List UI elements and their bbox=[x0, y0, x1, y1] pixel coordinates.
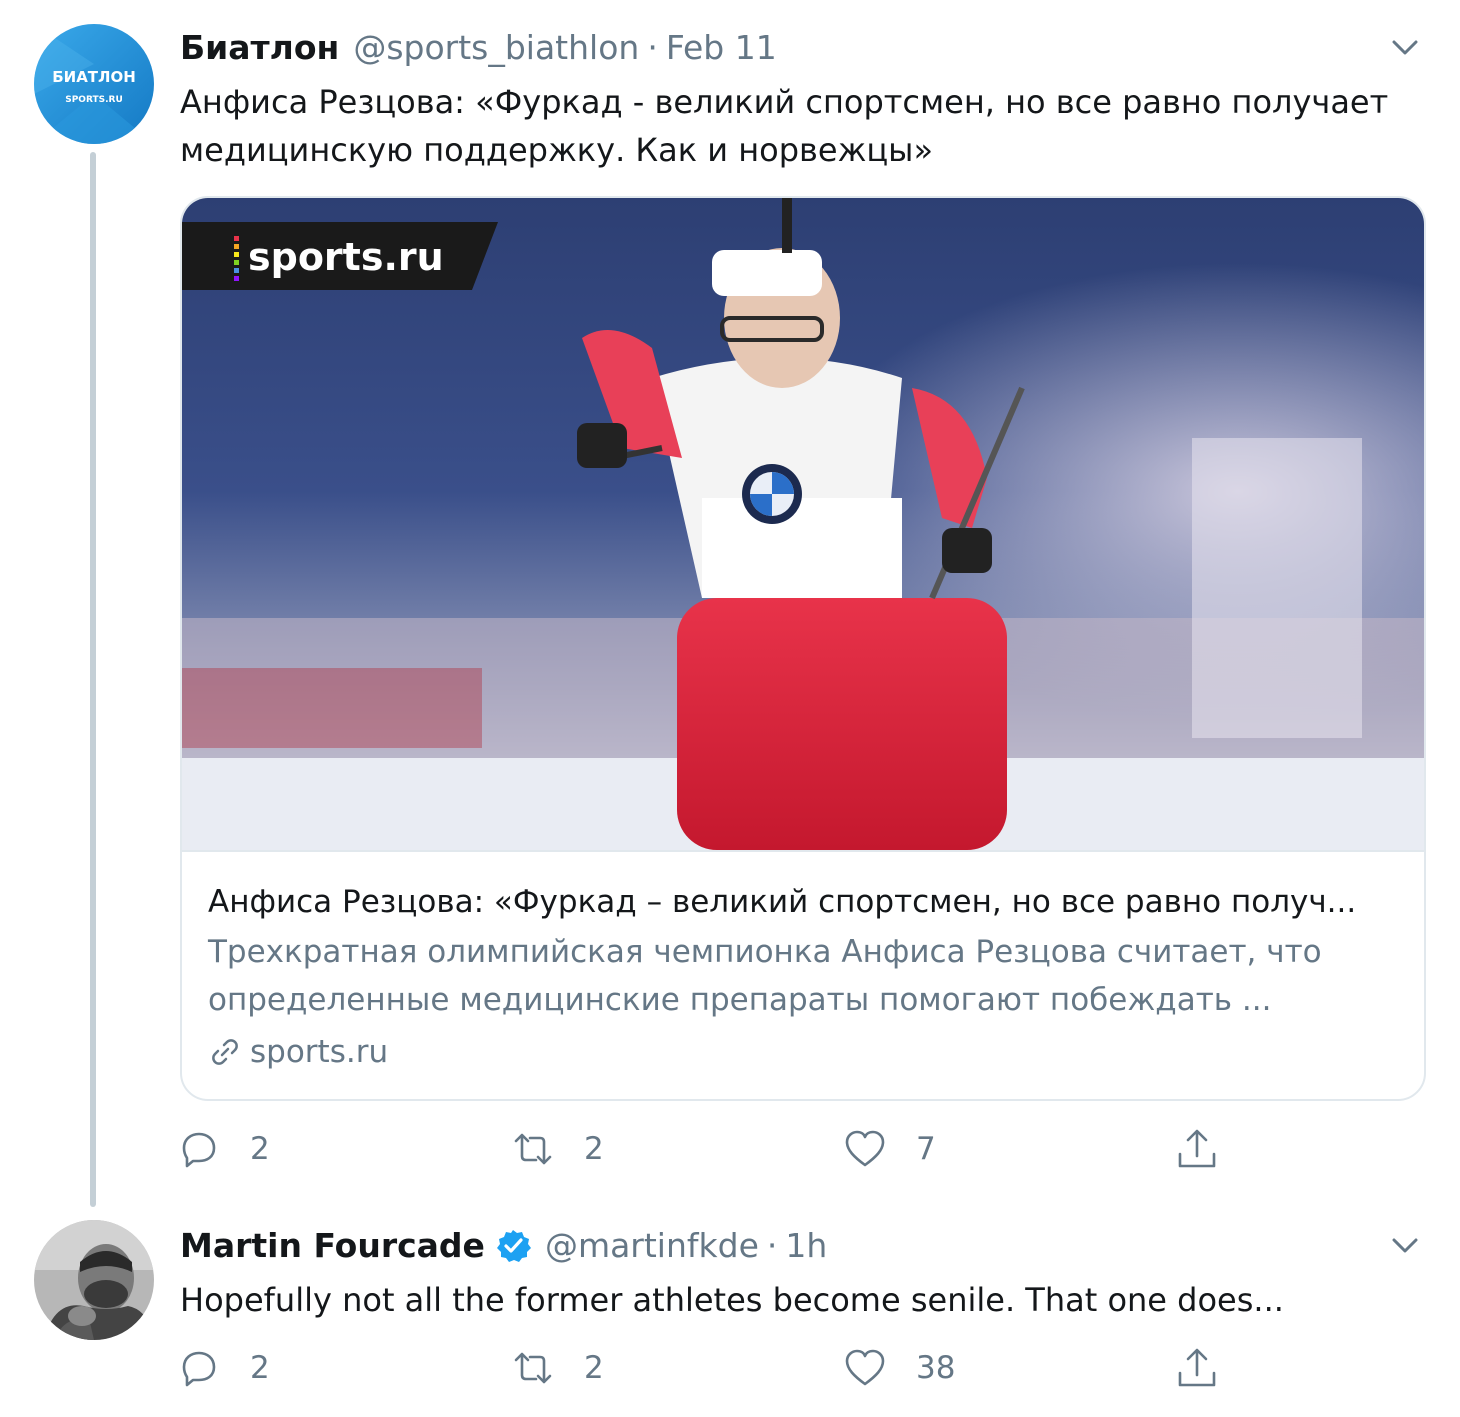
card-domain[interactable]: sports.ru bbox=[208, 1028, 1398, 1076]
retweet-button[interactable]: 2 bbox=[510, 1124, 604, 1174]
heart-icon bbox=[845, 1130, 885, 1167]
tweet-text: Анфиса Резцова: «Фуркад - великий спортс… bbox=[180, 83, 1389, 169]
reply-icon bbox=[182, 1351, 216, 1387]
thread-connector-line bbox=[90, 152, 96, 1207]
share-icon bbox=[1178, 1348, 1216, 1387]
tweet-header: Martin Fourcade @martinfkde · 1h bbox=[180, 1226, 827, 1266]
heart-icon bbox=[845, 1349, 885, 1386]
reply-button[interactable]: 2 bbox=[176, 1124, 270, 1174]
tweet-biathlon[interactable]: БИАТЛОН SPORTS.RU Биатлон @sports_biathl… bbox=[0, 0, 1460, 1210]
retweet-icon bbox=[514, 1133, 552, 1165]
author-handle[interactable]: @sports_biathlon bbox=[353, 28, 639, 68]
like-button[interactable]: 38 bbox=[842, 1343, 955, 1393]
share-icon bbox=[1178, 1129, 1216, 1168]
card-body[interactable]: Анфиса Резцова: «Фуркад – великий спортс… bbox=[182, 850, 1424, 1099]
verified-badge-icon bbox=[496, 1230, 531, 1262]
retweet-count: 2 bbox=[584, 1131, 604, 1167]
avatar-martin-fourcade[interactable] bbox=[34, 1220, 154, 1340]
share-button[interactable] bbox=[1174, 1124, 1220, 1174]
link-icon bbox=[212, 1039, 238, 1065]
reply-icon bbox=[182, 1132, 216, 1168]
card-image[interactable]: sports.ru bbox=[182, 198, 1424, 850]
reply-count: 2 bbox=[250, 1131, 270, 1167]
link-preview-card[interactable]: sports.ru Анфиса Резцова: «Фуркад – вели… bbox=[180, 196, 1426, 1101]
sports-ru-logo: sports.ru bbox=[182, 222, 498, 290]
tweet-header: Биатлон @sports_biathlon · Feb 11 bbox=[180, 28, 777, 68]
tweet-timestamp[interactable]: 1h bbox=[785, 1226, 827, 1266]
avatar-biathlon[interactable]: БИАТЛОН SPORTS.RU bbox=[34, 24, 154, 144]
tweet-text: Hopefully not all the former athletes be… bbox=[180, 1281, 1284, 1319]
tweet-actions: 2 2 7 bbox=[176, 1124, 1276, 1174]
avatar-text-top: БИАТЛОН bbox=[52, 68, 136, 86]
share-button[interactable] bbox=[1174, 1343, 1220, 1393]
card-description: Трехкратная олимпийская чемпионка Анфиса… bbox=[208, 934, 1322, 1018]
like-count: 7 bbox=[916, 1131, 936, 1167]
like-count: 38 bbox=[916, 1350, 956, 1386]
card-headline[interactable]: Анфиса Резцова: «Фуркад – великий спортс… bbox=[208, 878, 1398, 926]
reply-button[interactable]: 2 bbox=[176, 1343, 270, 1393]
separator-dot: · bbox=[766, 1226, 778, 1265]
retweet-count: 2 bbox=[584, 1350, 604, 1386]
separator-dot: · bbox=[647, 28, 658, 67]
chevron-down-icon[interactable] bbox=[1388, 1228, 1422, 1262]
tweet-actions: 2 2 38 bbox=[176, 1343, 1276, 1393]
author-name[interactable]: Биатлон bbox=[180, 28, 339, 68]
author-handle[interactable]: @martinfkde bbox=[545, 1226, 759, 1266]
card-image-logo-text: sports.ru bbox=[248, 235, 444, 279]
reply-count: 2 bbox=[250, 1350, 270, 1386]
chevron-down-icon[interactable] bbox=[1388, 30, 1422, 64]
retweet-icon bbox=[514, 1352, 552, 1384]
retweet-button[interactable]: 2 bbox=[510, 1343, 604, 1393]
card-domain-text: sports.ru bbox=[250, 1034, 389, 1070]
avatar-text-bottom: SPORTS.RU bbox=[65, 95, 123, 105]
tweet-martin-fourcade[interactable]: Martin Fourcade @martinfkde · 1h Hopeful… bbox=[0, 1210, 1460, 1417]
tweet-timestamp[interactable]: Feb 11 bbox=[666, 28, 777, 68]
author-name[interactable]: Martin Fourcade bbox=[180, 1226, 485, 1266]
like-button[interactable]: 7 bbox=[842, 1124, 936, 1174]
